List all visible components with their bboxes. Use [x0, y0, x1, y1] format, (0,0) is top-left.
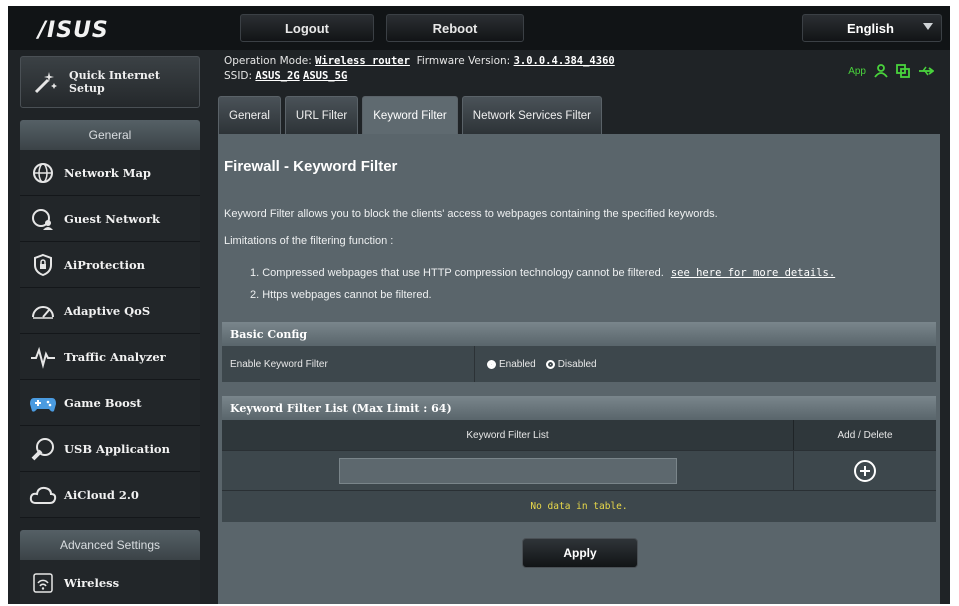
status-icons: App — [848, 64, 934, 78]
wand-icon — [31, 67, 61, 97]
sidebar: Quick Internet Setup General Network Map… — [20, 56, 200, 604]
sidebar-item-label: Game Boost — [64, 395, 142, 410]
qis-label: Quick Internet Setup — [69, 69, 160, 95]
keyword-filter-panel: Firewall - Keyword Filter Keyword Filter… — [218, 134, 940, 604]
disabled-radio-label: Disabled — [557, 358, 597, 370]
keyword-table-header: Keyword Filter List Add / Delete — [222, 420, 936, 450]
limitation-1-text: 1. Compressed webpages that use HTTP com… — [250, 267, 664, 279]
gauge-icon — [28, 296, 58, 326]
apply-button[interactable]: Apply — [522, 538, 638, 568]
router-admin-window: /ISUS Logout Reboot English Quick Intern… — [8, 6, 950, 604]
sidebar-item-label: Wireless — [64, 575, 120, 590]
sidebar-item-wireless[interactable]: Wireless — [20, 560, 200, 604]
op-mode-link[interactable]: Wireless router — [315, 55, 410, 67]
keyword-list-header: Keyword Filter List (Max Limit : 64) — [222, 396, 936, 420]
enable-keyword-filter-label: Enable Keyword Filter — [222, 346, 475, 382]
app-link[interactable]: App — [848, 66, 866, 77]
copy-icon[interactable] — [896, 64, 910, 78]
radio-selected-icon — [487, 359, 496, 369]
quick-internet-setup-button[interactable]: Quick Internet Setup — [20, 56, 200, 108]
globe-icon — [28, 158, 58, 188]
description-text: Keyword Filter allows you to block the c… — [224, 208, 718, 220]
enable-radio-group: Enabled Disabled — [475, 346, 936, 382]
tab-bar: General URL Filter Keyword Filter Networ… — [218, 96, 602, 134]
firmware-link[interactable]: 3.0.0.4.384_4360 — [514, 55, 615, 67]
sidebar-item-usb-application[interactable]: USB Application — [20, 426, 200, 472]
add-keyword-button[interactable] — [854, 459, 876, 482]
sidebar-item-aiprotection[interactable]: AiProtection — [20, 242, 200, 288]
op-mode-label: Operation Mode: — [224, 55, 312, 67]
logout-button[interactable]: Logout — [240, 14, 374, 42]
sidebar-item-traffic-analyzer[interactable]: Traffic Analyzer — [20, 334, 200, 380]
general-section-header: General — [20, 120, 200, 150]
wifi-icon — [28, 568, 58, 598]
asus-logo: /ISUS — [38, 18, 109, 43]
sidebar-item-label: AiProtection — [64, 257, 146, 272]
general-nav: Network Map Guest Network AiProtection A… — [20, 150, 200, 518]
pulse-icon — [28, 342, 58, 372]
keyword-input[interactable] — [338, 457, 677, 484]
shield-lock-icon — [28, 250, 58, 280]
language-label: English — [847, 20, 894, 36]
radio-unselected-icon — [545, 359, 555, 369]
basic-config-header: Basic Config — [222, 322, 936, 346]
limitation-2: 2. Https webpages cannot be filtered. — [250, 289, 432, 301]
page-title: Firewall - Keyword Filter — [224, 158, 398, 175]
add-cell — [794, 451, 936, 490]
ssid-label: SSID: — [224, 70, 253, 82]
advanced-settings-header: Advanced Settings — [20, 530, 200, 560]
reboot-button[interactable]: Reboot — [386, 14, 524, 42]
details-link[interactable]: see here for more details. — [671, 267, 835, 279]
ssid-5g-link[interactable]: ASUS_5G — [303, 70, 347, 82]
sidebar-item-adaptive-qos[interactable]: Adaptive QoS — [20, 288, 200, 334]
language-select[interactable]: English — [802, 14, 942, 42]
usb-icon[interactable] — [918, 65, 934, 77]
user-icon[interactable] — [874, 64, 888, 78]
keyword-input-cell — [222, 451, 794, 490]
guest-globe-icon — [28, 204, 58, 234]
empty-table-message: No data in table. — [222, 490, 936, 522]
sidebar-item-label: Guest Network — [64, 211, 161, 226]
top-bar: /ISUS Logout Reboot English — [8, 6, 950, 50]
add-delete-column-header: Add / Delete — [837, 429, 893, 441]
keyword-column-header: Keyword Filter List — [222, 420, 794, 450]
sidebar-item-label: Traffic Analyzer — [64, 349, 166, 364]
chevron-down-icon — [923, 23, 933, 30]
gamepad-icon — [28, 388, 58, 418]
cloud-icon — [28, 480, 58, 510]
qis-label-line1: Quick Internet — [69, 69, 161, 82]
keyword-input-row — [222, 450, 936, 490]
tab-url-filter[interactable]: URL Filter — [284, 96, 359, 134]
sidebar-item-guest-network[interactable]: Guest Network — [20, 196, 200, 242]
tab-keyword-filter[interactable]: Keyword Filter — [362, 96, 458, 134]
advanced-nav: Wireless — [20, 560, 200, 604]
enabled-radio[interactable]: Enabled — [487, 359, 536, 370]
firmware-label: Firmware Version: — [416, 55, 511, 67]
tab-network-services-filter[interactable]: Network Services Filter — [461, 96, 602, 134]
tab-general[interactable]: General — [218, 96, 281, 134]
sidebar-item-label: Network Map — [64, 165, 151, 180]
ssid-2g-link[interactable]: ASUS_2G — [255, 70, 299, 82]
usb-globe-icon — [28, 434, 58, 464]
main-content: Operation Mode: Wireless router Firmware… — [212, 50, 942, 604]
sidebar-item-game-boost[interactable]: Game Boost — [20, 380, 200, 426]
sidebar-item-network-map[interactable]: Network Map — [20, 150, 200, 196]
sidebar-item-label: USB Application — [64, 441, 170, 456]
sidebar-item-aicloud[interactable]: AiCloud 2.0 — [20, 472, 200, 518]
sidebar-item-label: Adaptive QoS — [64, 303, 151, 318]
limitation-1: 1. Compressed webpages that use HTTP com… — [250, 267, 835, 279]
status-info: Operation Mode: Wireless router Firmware… — [224, 54, 615, 84]
enable-keyword-filter-row: Enable Keyword Filter Enabled Disabled — [222, 346, 936, 382]
qis-label-line2: Setup — [69, 82, 105, 95]
sidebar-item-label: AiCloud 2.0 — [64, 487, 139, 502]
disabled-radio[interactable]: Disabled — [545, 358, 597, 370]
limitations-title: Limitations of the filtering function : — [224, 235, 394, 247]
enabled-radio-label: Enabled — [499, 358, 536, 370]
plus-icon — [860, 465, 870, 476]
